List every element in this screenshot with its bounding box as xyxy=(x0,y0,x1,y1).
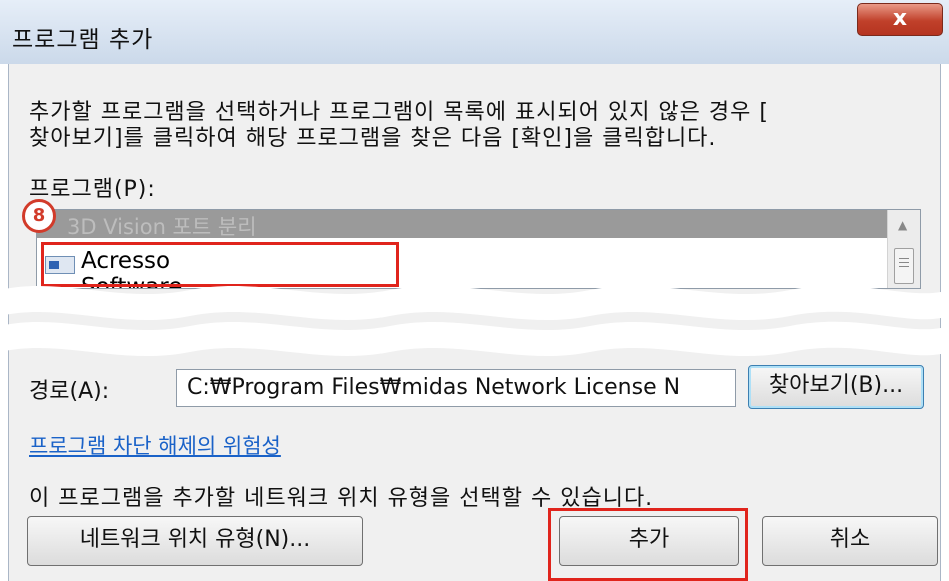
path-label: 경로(A): xyxy=(29,379,110,404)
program-list-label: 프로그램(P): xyxy=(29,177,156,202)
browse-button[interactable]: 찾아보기(B)... xyxy=(748,365,924,409)
grip-icon xyxy=(899,258,909,270)
path-input[interactable]: C:₩Program Files₩midas Network License N xyxy=(176,369,736,407)
wavy-break xyxy=(0,285,949,357)
vertical-scrollbar[interactable]: ▲ xyxy=(887,210,920,288)
path-value: C:₩Program Files₩midas Network License N xyxy=(187,375,681,400)
cancel-button[interactable]: 취소 xyxy=(762,516,938,566)
highlight-box-program xyxy=(41,242,399,287)
title-bar: 프로그램 추가 x xyxy=(0,0,949,64)
unblock-risk-link[interactable]: 프로그램 차단 해제의 위험성 xyxy=(29,430,281,460)
list-item[interactable]: 3D Vision 포트 분리 xyxy=(37,210,887,239)
highlight-box-add xyxy=(548,508,748,581)
add-program-dialog: 프로그램 추가 x 추가할 프로그램을 선택하거나 프로그램이 목록에 표시되어… xyxy=(0,0,949,581)
step-marker: 8 xyxy=(22,199,56,233)
list-item-label: 3D Vision 포트 분리 xyxy=(67,215,257,239)
scrollbar-thumb[interactable] xyxy=(894,248,914,284)
description-line-2: 찾아보기]를 클릭하여 해당 프로그램을 찾은 다음 [확인]을 클릭합니다. xyxy=(29,126,717,151)
network-location-type-button[interactable]: 네트워크 위치 유형(N)... xyxy=(27,516,363,566)
close-icon: x xyxy=(892,6,908,31)
scroll-up-arrow-icon[interactable]: ▲ xyxy=(898,218,907,232)
dialog-title: 프로그램 추가 xyxy=(12,27,154,53)
close-button[interactable]: x xyxy=(857,3,943,36)
